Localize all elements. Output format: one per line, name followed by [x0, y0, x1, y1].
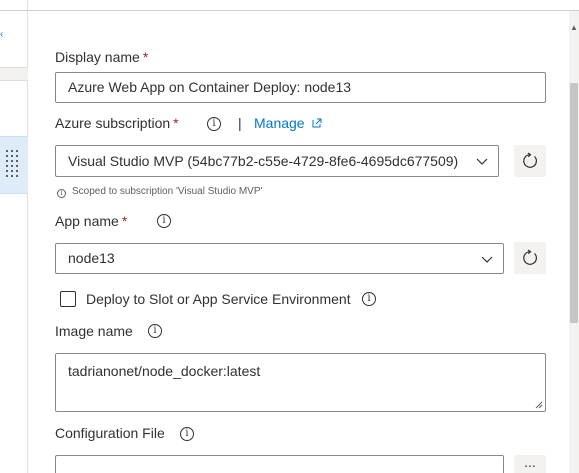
- azure-subscription-dropdown[interactable]: Visual Studio MVP (54bc77b2-c55e-4729-8f…: [55, 145, 499, 177]
- configuration-file-input[interactable]: [55, 455, 504, 473]
- display-name-label: Display name *: [55, 49, 149, 65]
- drag-handle-icon[interactable]: [6, 150, 18, 178]
- deploy-to-slot-label[interactable]: Deploy to Slot or App Service Environmen…: [86, 290, 351, 308]
- external-link-icon: [312, 118, 322, 128]
- azure-subscription-label: Azure subscription *: [55, 115, 179, 131]
- info-icon[interactable]: i: [157, 214, 171, 228]
- image-name-textarea[interactable]: tadrianonet/node_docker:latest: [55, 353, 546, 412]
- info-icon[interactable]: i: [148, 324, 162, 338]
- info-icon[interactable]: i: [362, 292, 376, 306]
- info-icon[interactable]: i: [180, 427, 194, 441]
- subscription-scope-hint: i Scoped to subscription 'Visual Studio M…: [57, 186, 262, 198]
- scrollbar[interactable]: ▲: [569, 11, 579, 473]
- browse-configuration-file-button[interactable]: ...: [514, 455, 546, 473]
- app-name-dropdown[interactable]: node13: [55, 243, 504, 274]
- refresh-app-names-button[interactable]: [514, 242, 546, 274]
- refresh-icon: [523, 152, 537, 168]
- divider: [0, 10, 28, 11]
- scroll-up-icon[interactable]: ▲: [570, 23, 578, 33]
- refresh-icon: [523, 249, 537, 265]
- scrollbar-thumb[interactable]: [570, 83, 578, 323]
- display-name-input[interactable]: Azure Web App on Container Deploy: node1…: [55, 72, 546, 103]
- refresh-subscriptions-button[interactable]: [514, 145, 546, 177]
- left-task-list: ‹: [0, 0, 28, 473]
- manage-link[interactable]: Manage: [254, 114, 322, 132]
- collapse-arrow-icon[interactable]: ‹: [0, 30, 6, 40]
- separator: |: [238, 115, 242, 131]
- configuration-file-label: Configuration File: [55, 425, 165, 441]
- info-icon[interactable]: i: [207, 117, 221, 131]
- image-name-label: Image name: [55, 323, 133, 339]
- info-icon: i: [57, 189, 66, 198]
- task-list-band: [0, 67, 28, 81]
- chevron-down-icon: [476, 158, 488, 165]
- app-name-label: App name *: [55, 213, 128, 229]
- divider: [28, 10, 579, 11]
- deploy-to-slot-checkbox[interactable]: [60, 291, 76, 307]
- resize-handle-icon[interactable]: [535, 401, 543, 409]
- chevron-down-icon: [481, 256, 493, 263]
